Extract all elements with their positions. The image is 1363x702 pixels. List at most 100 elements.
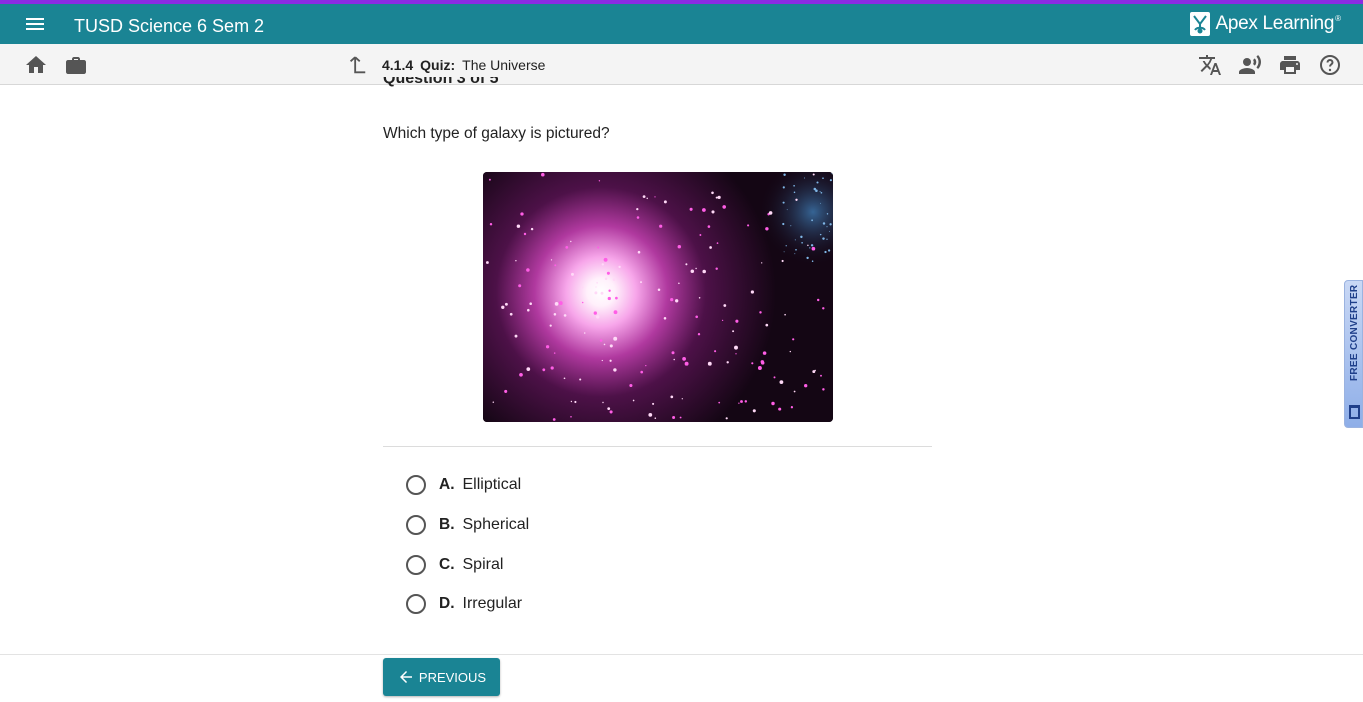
free-converter-tab[interactable]: FREE CONVERTER: [1344, 280, 1363, 428]
star: [681, 398, 683, 400]
star: [640, 281, 642, 284]
choice-text: Irregular: [462, 595, 523, 612]
star: [615, 296, 618, 300]
blue-star: [822, 237, 825, 240]
star: [711, 210, 715, 214]
star: [711, 191, 714, 195]
blue-star: [790, 225, 792, 227]
star: [523, 232, 527, 236]
blue-star: [810, 244, 814, 247]
read-aloud-icon[interactable]: [1238, 53, 1262, 77]
blue-star: [783, 251, 785, 253]
blue-star: [806, 256, 809, 260]
blue-star: [824, 250, 827, 254]
blue-star: [826, 213, 829, 215]
blue-star: [786, 209, 788, 211]
blue-star: [793, 191, 796, 194]
star: [558, 301, 563, 306]
star: [726, 361, 729, 364]
brand[interactable]: Apex Learning ®: [1189, 11, 1341, 37]
star: [671, 351, 675, 355]
star: [640, 370, 644, 374]
course-title: TUSD Science 6 Sem 2: [74, 16, 265, 36]
choice-a[interactable]: A. Elliptical: [406, 473, 521, 497]
star: [793, 390, 796, 393]
breadcrumb: 4.1.4 Quiz: The Universe: [346, 54, 545, 76]
star: [677, 244, 682, 249]
star: [654, 417, 657, 419]
choice-d[interactable]: D. Irregular: [406, 592, 522, 616]
blue-star: [794, 239, 796, 241]
lesson-number: 4.1.4: [382, 57, 414, 73]
star: [549, 324, 552, 327]
previous-button[interactable]: PREVIOUS: [383, 658, 500, 696]
star: [595, 286, 597, 288]
blue-star: [782, 201, 785, 204]
help-icon[interactable]: [1318, 53, 1342, 77]
blue-star: [829, 179, 832, 182]
star: [811, 246, 816, 251]
blue-star: [782, 186, 785, 189]
star: [670, 395, 674, 399]
brand-name: Apex Learning: [1215, 13, 1335, 34]
blue-star: [827, 249, 831, 252]
star: [607, 296, 611, 301]
star: [613, 310, 618, 315]
star: [552, 418, 556, 421]
menu-icon[interactable]: [26, 18, 46, 32]
lesson-kind: Quiz:: [420, 57, 456, 73]
radio-button[interactable]: [406, 515, 426, 535]
blue-star: [800, 235, 803, 239]
star: [678, 282, 680, 285]
star: [762, 351, 767, 355]
radio-button[interactable]: [406, 555, 426, 575]
up-arrow-icon[interactable]: [346, 54, 368, 76]
star: [571, 272, 574, 276]
star: [759, 311, 762, 314]
blue-star: [820, 191, 823, 194]
star: [659, 224, 663, 228]
blue-star: [819, 191, 821, 193]
blue-star: [822, 222, 826, 225]
free-converter-label: FREE CONVERTER: [1349, 284, 1360, 381]
star: [520, 212, 524, 216]
radio-button[interactable]: [406, 594, 426, 614]
choice-b[interactable]: B. Spherical: [406, 513, 529, 537]
star: [607, 407, 611, 410]
star: [542, 368, 546, 372]
star: [597, 246, 600, 249]
blue-star: [828, 230, 830, 232]
blue-star: [783, 173, 786, 176]
star: [789, 350, 791, 353]
star: [565, 246, 569, 249]
star: [795, 198, 798, 201]
home-icon[interactable]: [24, 53, 48, 77]
star: [529, 302, 532, 305]
blue-star: [801, 241, 803, 244]
star: [744, 400, 748, 403]
briefcase-icon[interactable]: [64, 53, 88, 77]
star: [492, 401, 495, 403]
star: [596, 282, 598, 284]
translate-icon[interactable]: [1198, 53, 1222, 77]
choice-c[interactable]: C. Spiral: [406, 553, 503, 577]
star: [822, 307, 825, 310]
star: [778, 407, 782, 411]
star: [645, 364, 647, 367]
print-icon[interactable]: [1278, 53, 1302, 77]
star: [695, 267, 697, 270]
star: [613, 336, 618, 341]
star: [709, 246, 712, 249]
brand-trademark: ®: [1335, 13, 1341, 23]
star: [735, 319, 739, 323]
radio-button[interactable]: [406, 475, 426, 495]
star: [489, 223, 493, 226]
blue-star: [822, 177, 824, 180]
star: [690, 269, 695, 274]
star: [765, 323, 769, 327]
star: [773, 376, 776, 379]
question-header: Question 3 of 5: [383, 77, 499, 94]
star: [488, 178, 491, 181]
star: [732, 330, 735, 333]
choice-text: Spherical: [462, 516, 530, 533]
